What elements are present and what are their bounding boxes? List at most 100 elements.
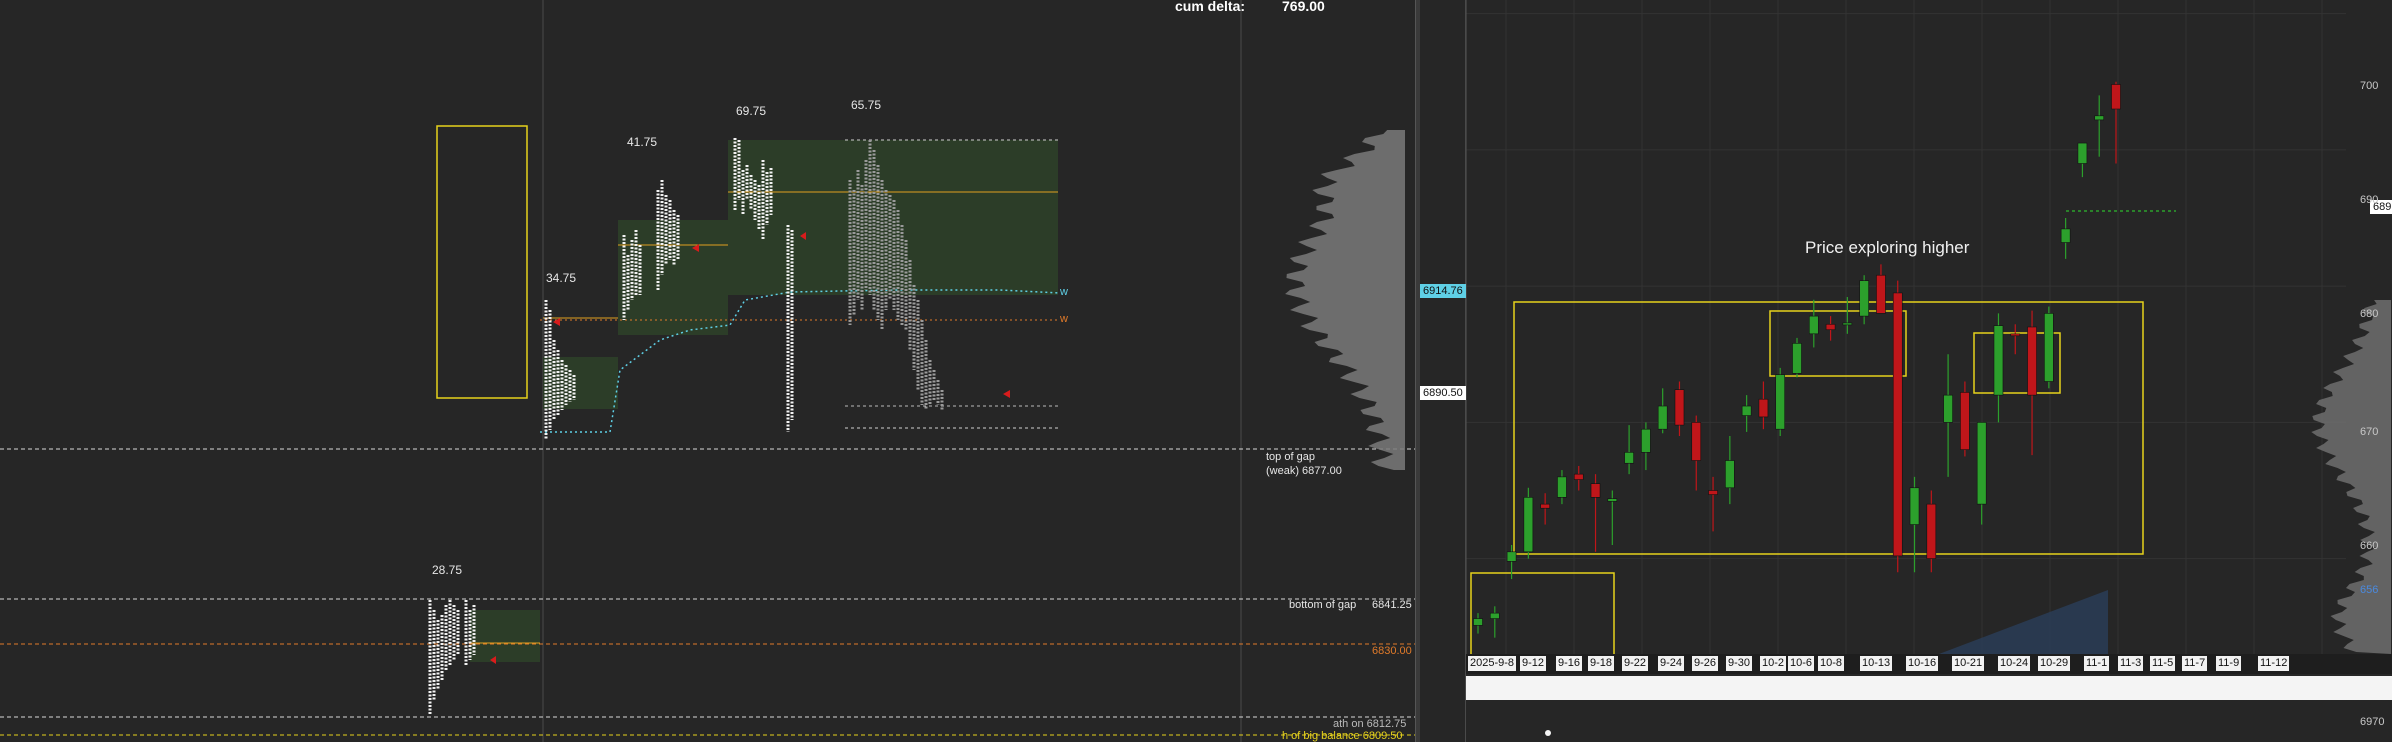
top-of-gap-label: top of gap (1266, 451, 1315, 463)
volume-wedge (1939, 590, 2108, 654)
candle-body (1641, 428, 1651, 453)
y-tick: 6970 (2360, 716, 2385, 728)
left-price-scale[interactable]: 6914.76 6890.50 (1420, 0, 1466, 742)
x-tick: 11-9 (2216, 656, 2242, 671)
candle-body (1691, 422, 1702, 461)
bottom-scrollbar[interactable] (1466, 676, 2392, 700)
y-tick: 680 (2360, 308, 2379, 320)
x-tick: 11-1 (2084, 656, 2110, 671)
x-tick: 10-16 (1906, 656, 1939, 671)
candle-body (1758, 398, 1769, 418)
candle-body (2111, 84, 2121, 110)
big-balance-label: h of big balance 6809.50 (1282, 730, 1403, 742)
candle-body (1708, 490, 1718, 495)
candle-body (1775, 374, 1786, 430)
candle-body (1624, 452, 1634, 464)
candle-body (1573, 473, 1584, 480)
candle-body (1674, 389, 1685, 426)
x-tick: 9-26 (1692, 656, 1719, 671)
candle-body (1993, 325, 2004, 396)
x-tick: 9-22 (1622, 656, 1649, 671)
y-tick: 700 (2360, 80, 2379, 92)
cum-delta-value: 769.00 (1282, 0, 1325, 14)
top-of-gap-price: (weak) 6877.00 (1266, 465, 1342, 477)
candle-body (1792, 343, 1802, 374)
cum-delta-label: cum delta: (1175, 0, 1246, 14)
candle-body (1976, 422, 1987, 505)
candle-body (1960, 392, 1970, 450)
balance-box (1769, 310, 1907, 377)
candle-body (2044, 313, 2054, 382)
price-tag-last: 6890.50 (1420, 386, 1466, 400)
candle-body (1943, 394, 1953, 423)
candle-body (1506, 551, 1517, 562)
profile-label: 28.75 (432, 563, 463, 577)
profile-label: 34.75 (546, 271, 577, 285)
orange-marker: w (1060, 313, 1068, 325)
y-tick: 690 (2360, 194, 2379, 206)
x-tick: 9-16 (1556, 656, 1583, 671)
candle-body (1657, 405, 1668, 430)
candle-body (1473, 618, 1483, 626)
candle-body (1523, 497, 1534, 553)
profile-label: 65.75 (851, 98, 882, 112)
candle-body (1892, 292, 1903, 557)
candle-body (2010, 333, 2021, 337)
x-tick: 11-3 (2118, 656, 2144, 671)
right-chart-pane[interactable]: Price exploring higher 689 (1466, 0, 2392, 742)
candle-body (2077, 142, 2088, 164)
price-tag-vwap: 6914.76 (1420, 284, 1466, 298)
candle-body (1590, 483, 1601, 498)
candle-body (1540, 503, 1550, 509)
value-area (470, 610, 540, 662)
volume-profile (1285, 130, 1405, 470)
candle-body (2027, 326, 2037, 396)
left-profile-chart[interactable] (0, 0, 1415, 742)
x-tick: 11-5 (2150, 656, 2176, 671)
x-tick: 10-21 (1952, 656, 1985, 671)
x-tick: 10-6 (1788, 656, 1815, 671)
candle-body (1725, 460, 1735, 489)
bottom-of-gap-label: bottom of gap (1289, 599, 1357, 611)
y-tick: 670 (2360, 426, 2379, 438)
profile-label: 69.75 (736, 104, 767, 118)
candle-body (2094, 115, 2105, 121)
candle-body (1607, 498, 1618, 502)
y-tick: 660 (2360, 540, 2379, 552)
candle-body (1926, 503, 1937, 559)
candle-body (1489, 612, 1500, 619)
vwap-marker: w (1060, 286, 1068, 298)
right-volume-profile (2311, 300, 2391, 654)
x-tick: 9-12 (1520, 656, 1547, 671)
scroll-handle[interactable] (1545, 730, 1551, 736)
x-tick: 9-30 (1726, 656, 1753, 671)
highlight-box (436, 125, 528, 399)
x-tick: 9-18 (1588, 656, 1615, 671)
x-axis[interactable]: 2025-9-8 9-12 9-16 9-18 9-22 9-24 9-26 9-30 10-2… (1466, 654, 2392, 674)
candle-body (1876, 274, 1886, 314)
x-tick: 10-2 (1760, 656, 1787, 671)
candle-body (1842, 322, 1853, 326)
level-6830-label: 6830.00 (1372, 645, 1412, 657)
candle-body (1741, 405, 1752, 416)
x-tick: 10-8 (1818, 656, 1845, 671)
right-candle-chart[interactable] (1466, 0, 2392, 742)
candle-body (1808, 315, 1819, 335)
right-volume-profile-area (2311, 300, 2391, 654)
chart-annotation: Price exploring higher (1805, 238, 1970, 257)
bottom-of-gap-price: 6841.25 (1372, 599, 1412, 611)
candle-body (1825, 323, 1836, 331)
ath-label: ath on 6812.75 (1333, 718, 1407, 730)
x-tick: 11-12 (2258, 656, 2290, 671)
candle-body (1557, 476, 1567, 498)
profile-label: 41.75 (627, 135, 658, 149)
left-chart-pane[interactable]: 65.75 69.75 41.75 34.75 28.75 w w top of… (0, 0, 1415, 742)
y-tick: 656 (2360, 584, 2379, 596)
volume-profile-area (1285, 130, 1405, 470)
candle-body (2060, 228, 2071, 243)
x-tick: 2025-9-8 (1468, 656, 1517, 671)
candle-body (1909, 487, 1920, 525)
x-tick: 10-24 (1998, 656, 2031, 671)
x-tick: 10-29 (2038, 656, 2071, 671)
x-tick: 9-24 (1658, 656, 1685, 671)
